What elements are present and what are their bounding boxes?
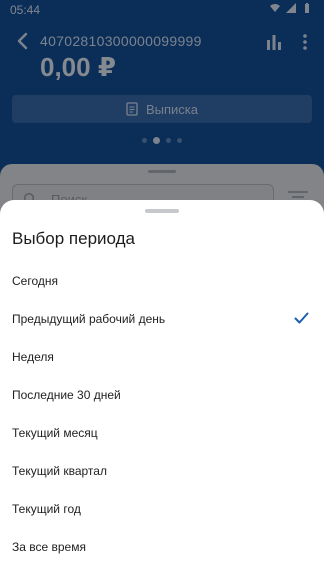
period-picker-sheet: Выбор периода Сегодня Предыдущий рабочий…: [0, 200, 324, 576]
period-option-label: Текущий квартал: [12, 464, 107, 478]
period-option-current-quarter[interactable]: Текущий квартал: [0, 452, 324, 490]
period-options: Сегодня Предыдущий рабочий день Неделя П…: [0, 262, 324, 566]
period-option-label: Последние 30 дней: [12, 388, 121, 402]
period-option-label: Текущий год: [12, 502, 81, 516]
period-option-label: Текущий месяц: [12, 426, 98, 440]
period-option-week[interactable]: Неделя: [0, 338, 324, 376]
period-option-prev-business-day[interactable]: Предыдущий рабочий день: [0, 300, 324, 338]
sheet-title: Выбор периода: [12, 229, 135, 248]
period-option-label: Предыдущий рабочий день: [12, 312, 166, 326]
period-option-last-30-days[interactable]: Последние 30 дней: [0, 376, 324, 414]
period-option-label: Неделя: [12, 350, 54, 364]
period-option-label: За все время: [12, 540, 86, 554]
period-option-all-time[interactable]: За все время: [0, 528, 324, 566]
period-option-current-month[interactable]: Текущий месяц: [0, 414, 324, 452]
sheet-drag-handle[interactable]: [145, 209, 179, 213]
period-option-label: Сегодня: [12, 274, 58, 288]
period-option-today[interactable]: Сегодня: [0, 262, 324, 300]
period-option-current-year[interactable]: Текущий год: [0, 490, 324, 528]
checkmark-icon: [294, 312, 309, 324]
